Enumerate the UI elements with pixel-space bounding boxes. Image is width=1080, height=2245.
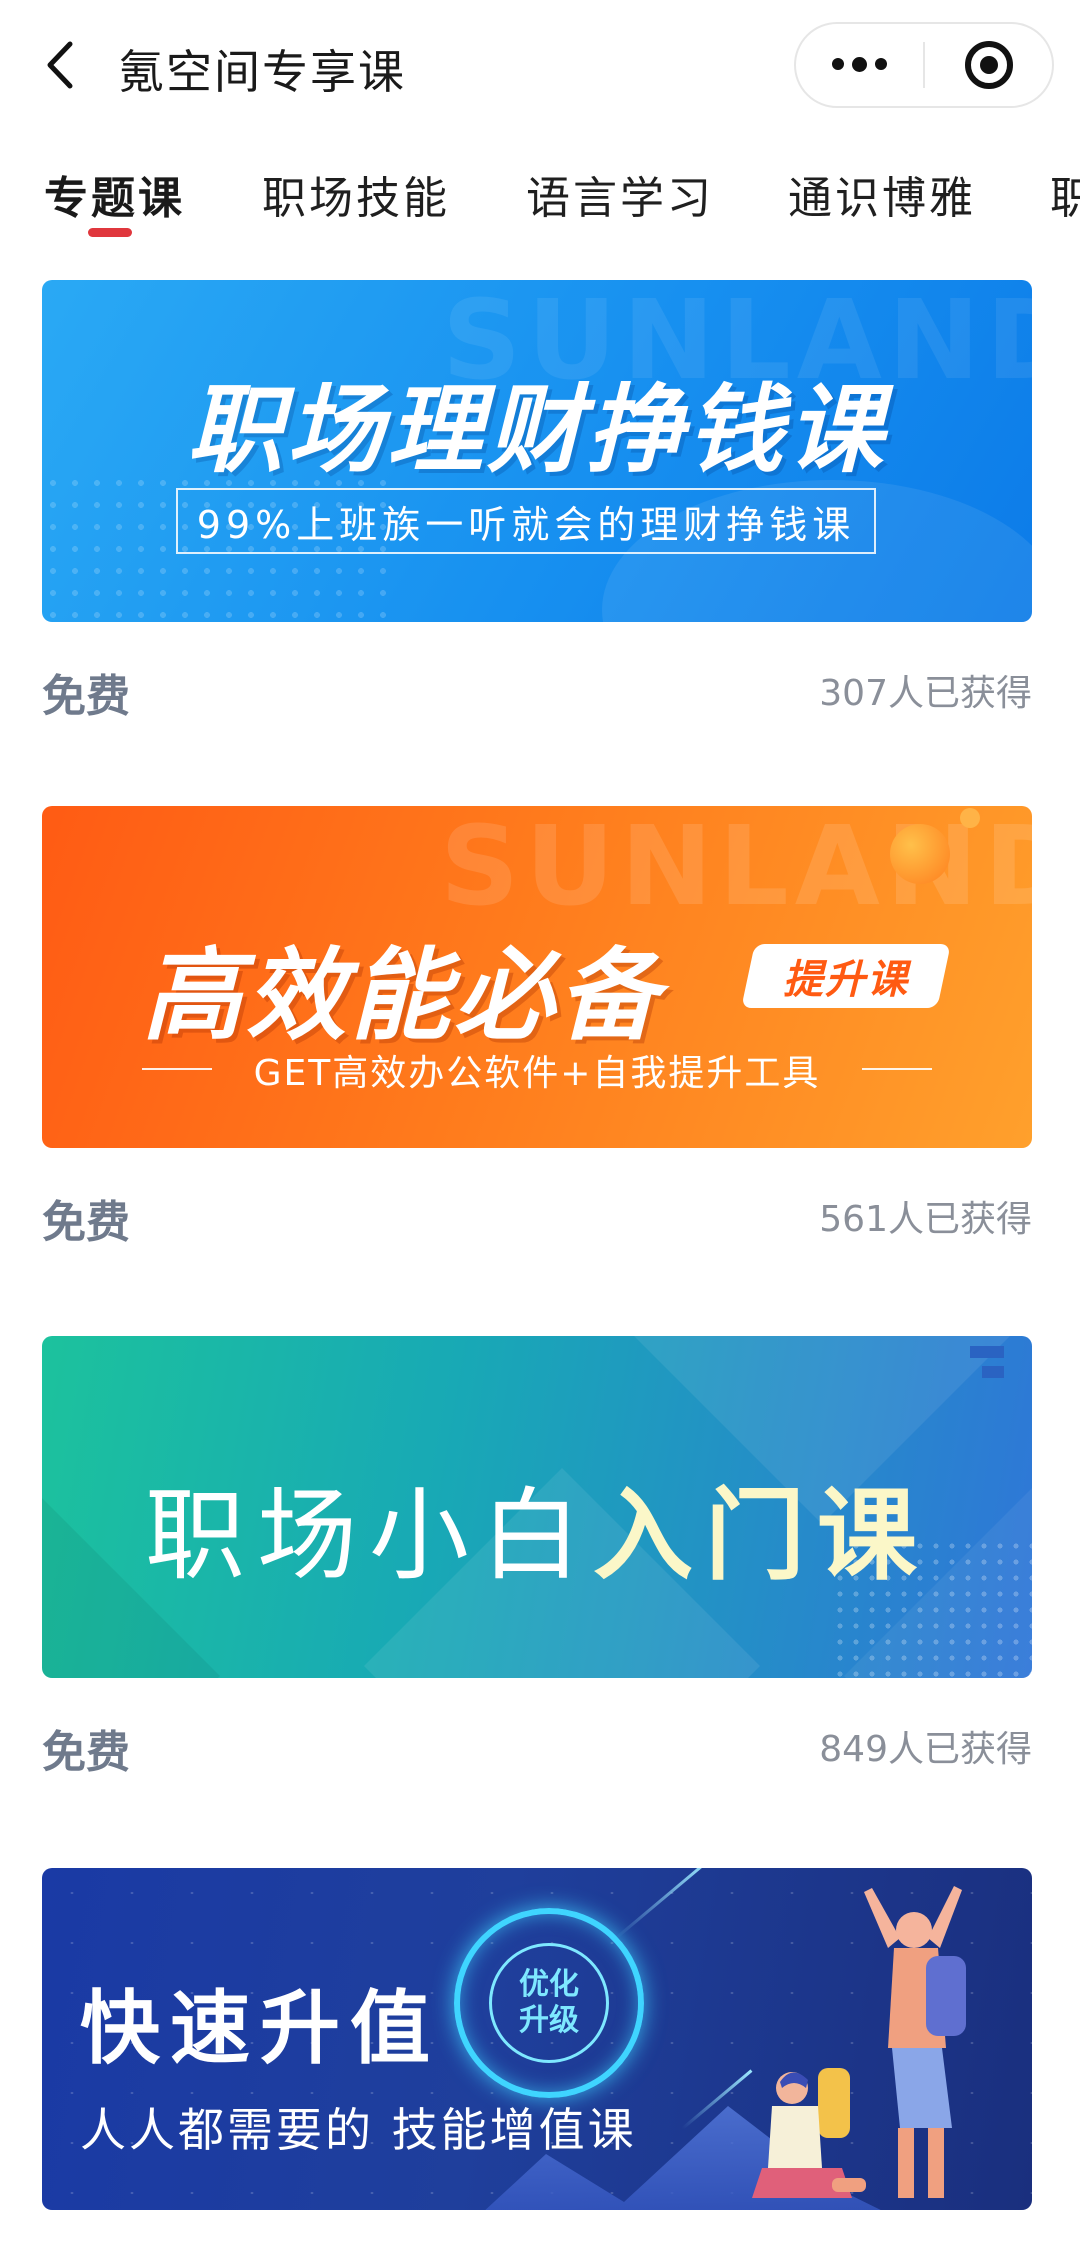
- tab-special-course[interactable]: 专题课: [44, 162, 185, 226]
- course-price: 免费: [42, 671, 130, 722]
- banner-title: 职场小白入门课: [42, 1454, 1032, 1599]
- banner-decoration: [890, 824, 950, 884]
- banner-subtitle: 99%上班族一听就会的理财挣钱课: [196, 502, 856, 547]
- course-banner[interactable]: 职场小白入门课: [42, 1336, 1032, 1678]
- banner-title: 职场理财挣钱课: [187, 374, 887, 486]
- course-enrolled-count: 849人已获得: [819, 1729, 1032, 1770]
- course-enrolled-count: 307人已获得: [819, 673, 1032, 714]
- tab-language-learning[interactable]: 语言学习: [526, 162, 714, 226]
- target-circle-icon: [964, 41, 1013, 89]
- banner-tag-label: 提升课: [783, 957, 909, 1003]
- tab-career-truncated[interactable]: 职: [1050, 162, 1080, 226]
- tab-career-skills[interactable]: 职场技能: [262, 162, 450, 226]
- course-card[interactable]: SUNLANDS 高效能必备 提升课 GET高效办公软件+自我提升工具 免费 5…: [42, 806, 1032, 1278]
- category-tabs: 专题课 职场技能 语言学习 通识博雅 职: [0, 150, 1080, 260]
- more-button[interactable]: [796, 24, 923, 106]
- upgrade-badge: 优化升级: [454, 1908, 644, 2098]
- banner-decoration: [970, 1346, 1004, 1386]
- more-dots-icon: [832, 57, 887, 72]
- course-price: 免费: [42, 1727, 130, 1778]
- course-enrolled-count: 561人已获得: [819, 1199, 1032, 1240]
- sitting-person-illustration: [752, 2068, 866, 2198]
- close-mini-program-button[interactable]: [925, 24, 1052, 106]
- banner-subtitle: 人人都需要的 技能增值课: [80, 2103, 637, 2157]
- chevron-left-icon: [47, 41, 73, 89]
- banner-title: 高效能必备: [142, 937, 662, 1054]
- page-title: 氪空间专享课: [118, 45, 406, 99]
- banner-title: 快速升值: [80, 1982, 440, 2075]
- course-banner[interactable]: 快速升值 优化升级 人人都需要的 技能增值课: [42, 1868, 1032, 2210]
- course-meta: 免费 849人已获得: [42, 1678, 1032, 1808]
- mini-program-capsule: [794, 22, 1054, 108]
- tab-general-knowledge[interactable]: 通识博雅: [788, 162, 976, 226]
- back-button[interactable]: [30, 30, 90, 100]
- course-banner[interactable]: SUNLANDS 职场理财挣钱课 99%上班族一听就会的理财挣钱课: [42, 280, 1032, 622]
- banner-decoration: [960, 808, 980, 828]
- banner-title-light: 职场小白: [145, 1477, 593, 1594]
- banner-title-bold: 入门课: [593, 1477, 929, 1594]
- active-tab-indicator: [88, 228, 132, 237]
- course-meta: 免费 307人已获得: [42, 622, 1032, 752]
- course-meta: 免费 561人已获得: [42, 1148, 1032, 1278]
- course-price: 免费: [42, 1197, 130, 1248]
- upgrade-badge-label: 优化升级: [519, 1967, 579, 2038]
- banner-tag: 提升课: [741, 944, 951, 1008]
- course-card[interactable]: 职场小白入门课 免费 849人已获得: [42, 1336, 1032, 1808]
- course-card[interactable]: 快速升值 优化升级 人人都需要的 技能增值课: [42, 1868, 1032, 2210]
- banner-subtitle-box: 99%上班族一听就会的理财挣钱课: [176, 488, 876, 554]
- banner-subtitle: GET高效办公软件+自我提升工具: [253, 1053, 821, 1094]
- course-card[interactable]: SUNLANDS 职场理财挣钱课 99%上班族一听就会的理财挣钱课 免费 307…: [42, 280, 1032, 752]
- top-nav-bar: 氪空间专享课: [0, 0, 1080, 140]
- course-banner[interactable]: SUNLANDS 高效能必备 提升课 GET高效办公软件+自我提升工具: [42, 806, 1032, 1148]
